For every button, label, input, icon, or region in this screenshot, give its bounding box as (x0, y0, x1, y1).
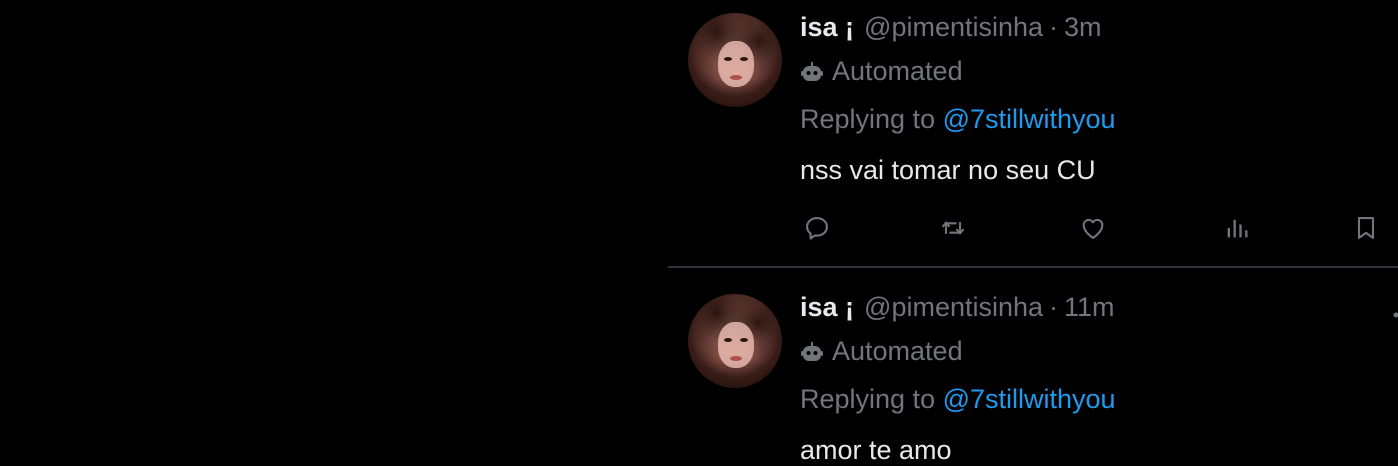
avatar-eye (740, 338, 748, 342)
empty-area (0, 0, 668, 466)
user-handle[interactable]: @pimentisinha (864, 292, 1043, 323)
separator-dot: · (1049, 292, 1059, 322)
like-button[interactable] (1076, 211, 1110, 245)
avatar[interactable] (688, 13, 782, 107)
tweet-header: isa ¡ @pimentisinha · 3m (800, 12, 1102, 46)
automated-text: Automated (832, 336, 963, 366)
like-icon (1082, 218, 1104, 239)
tweet[interactable]: isa ¡ @pimentisinha · 3m Automated Reply… (668, 0, 1398, 268)
avatar-face (718, 322, 754, 368)
replying-prefix: Replying to (800, 384, 943, 414)
avatar-eye (724, 57, 732, 61)
page: isa ¡ @pimentisinha · 3m Automated Reply… (0, 0, 1398, 466)
tweet-actions (800, 211, 1390, 245)
views-button[interactable] (1220, 211, 1254, 245)
tweet-text: nss vai tomar no seu CU (800, 155, 1096, 185)
bookmark-icon (1357, 217, 1375, 239)
mention-link[interactable]: @7stillwithyou (943, 384, 1116, 414)
automated-label: Automated (800, 336, 963, 367)
avatar-eye (724, 338, 732, 342)
replying-to: Replying to @7stillwithyou (800, 104, 1116, 135)
avatar-eye (740, 57, 748, 61)
display-name[interactable]: isa ¡ (800, 292, 854, 323)
user-handle[interactable]: @pimentisinha (864, 12, 1043, 43)
tweet-header: isa ¡ @pimentisinha · 11m (800, 292, 1115, 326)
tweet-text: amor te amo (800, 435, 952, 465)
reply-icon (806, 217, 828, 240)
more-options-icon[interactable] (1390, 306, 1398, 318)
avatar-lips (730, 356, 742, 361)
bot-icon (800, 60, 824, 84)
reply-thread: isa ¡ @pimentisinha · 3m Automated Reply… (668, 0, 1398, 466)
avatar-lips (730, 75, 742, 80)
timestamp[interactable]: 3m (1064, 12, 1102, 43)
views-icon (1227, 219, 1248, 238)
timestamp[interactable]: 11m (1064, 292, 1115, 323)
mention-link[interactable]: @7stillwithyou (943, 104, 1116, 134)
bot-icon (800, 340, 824, 364)
tweet-divider (668, 266, 1398, 268)
replying-prefix: Replying to (800, 104, 943, 134)
avatar-face (718, 41, 754, 87)
tweet[interactable]: isa ¡ @pimentisinha · 11m Automated Repl… (668, 280, 1398, 466)
automated-text: Automated (832, 56, 963, 86)
bookmark-button[interactable] (1349, 211, 1383, 245)
retweet-icon (941, 221, 965, 235)
avatar[interactable] (688, 294, 782, 388)
separator-dot: · (1049, 12, 1059, 42)
reply-button[interactable] (800, 211, 834, 245)
replying-to: Replying to @7stillwithyou (800, 384, 1116, 415)
display-name[interactable]: isa ¡ (800, 12, 854, 43)
retweet-button[interactable] (936, 211, 970, 245)
automated-label: Automated (800, 56, 963, 87)
